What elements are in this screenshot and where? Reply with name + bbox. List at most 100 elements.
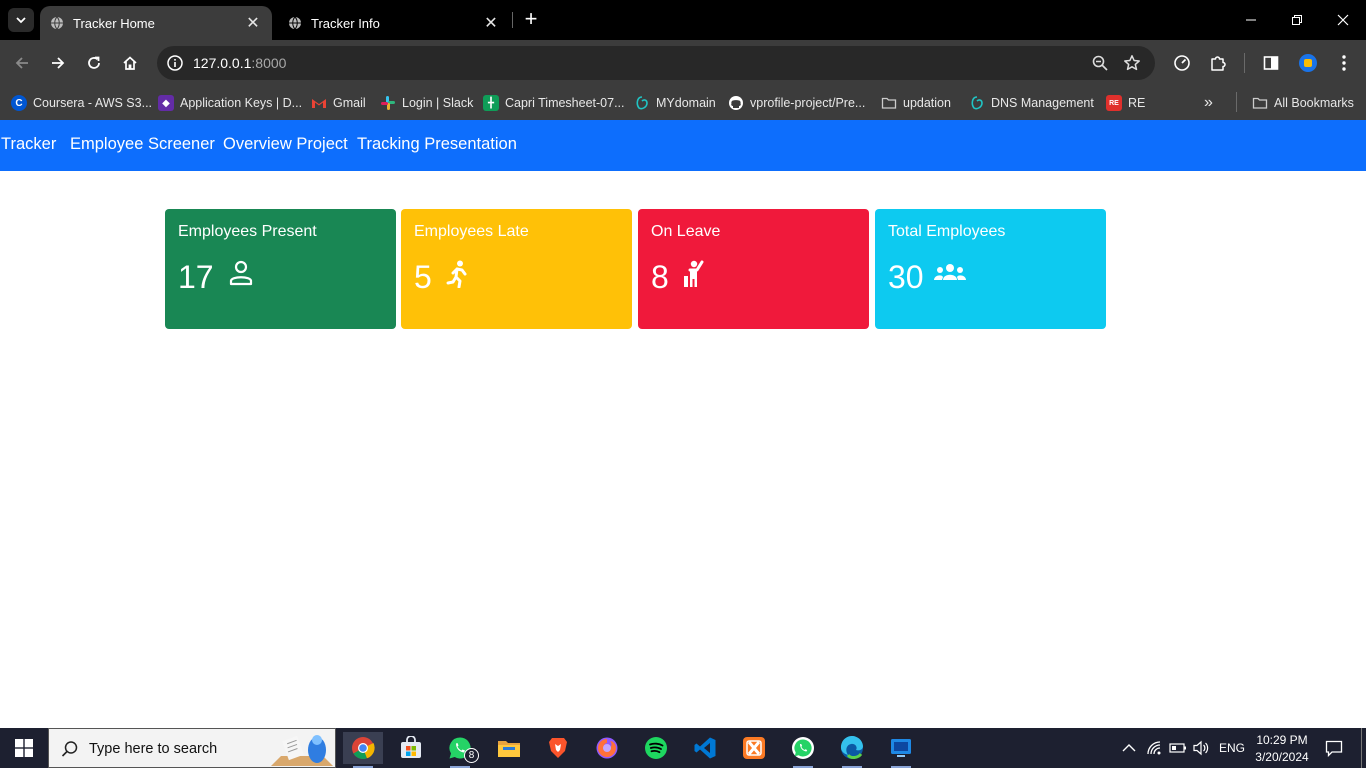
url-host: 127.0.0.1 [193,55,252,71]
taskbar-clock[interactable]: 10:29 PM 3/20/2024 [1244,732,1320,766]
taskbar-edge[interactable] [832,732,872,768]
search-icon [61,741,78,757]
sheets-icon: ╋ [483,95,499,111]
side-panel-button[interactable] [1260,52,1282,74]
slack-icon [381,96,395,110]
bookmark-mydomain[interactable]: MYdomain [634,92,716,114]
taskbar-chrome[interactable] [343,732,383,768]
notification-center-icon[interactable] [1325,740,1343,757]
bookmark-application-keys[interactable]: ◆ Application Keys | D... [158,92,302,114]
people-group-icon [934,264,966,280]
taskbar-microsoft-store[interactable] [391,732,431,764]
vscode-icon [694,737,716,759]
tab-search-button[interactable] [8,8,34,32]
show-desktop-button[interactable] [1361,728,1362,768]
network-icon[interactable] [1146,740,1162,756]
folder-icon [881,97,897,109]
card-value: 8 [651,259,669,295]
bookmarks-overflow-button[interactable]: » [1204,92,1213,114]
taskbar-xampp[interactable] [734,732,774,764]
taskbar-firefox[interactable] [587,732,627,764]
nav-link-employee-screener[interactable]: Employee Screener [70,135,215,154]
firefox-icon [596,737,618,759]
volume-icon[interactable] [1192,740,1210,756]
tab-strip: Tracker Home ✕ Tracker Info ✕ + [0,0,1366,40]
close-window-button[interactable] [1320,0,1366,40]
domain-icon [971,96,983,110]
bookmark-dns-management[interactable]: DNS Management [969,92,1094,114]
performance-icon[interactable] [1171,52,1193,74]
taskbar-whatsapp-desktop[interactable] [783,732,823,768]
taskbar-file-explorer[interactable] [489,732,529,764]
nav-link-tracker[interactable]: Tracker [1,135,56,154]
card-on-leave: On Leave 8 [638,209,869,329]
bookmark-coursera[interactable]: C Coursera - AWS S3... [11,92,152,114]
url-port: :8000 [251,55,287,71]
all-bookmarks-button[interactable]: All Bookmarks [1252,92,1354,114]
bookmarks-separator [1236,92,1237,112]
show-hidden-icons-icon[interactable] [1122,742,1136,754]
datadog-icon: ◆ [158,95,174,111]
card-title: On Leave [651,223,721,240]
bookmark-label: All Bookmarks [1274,96,1354,110]
back-button[interactable] [9,50,35,76]
language-indicator[interactable]: ENG [1219,741,1245,755]
taskbar-spotify[interactable] [636,732,676,764]
bookmark-slack[interactable]: Login | Slack [380,92,473,114]
nav-link-tracking-presentation[interactable]: Tracking Presentation [357,135,517,154]
reload-button[interactable] [81,50,107,76]
restore-button[interactable] [1274,0,1320,40]
tv-app-icon [891,739,911,757]
minimize-button[interactable] [1228,0,1274,40]
nav-link-overview-project[interactable]: Overview Project [223,135,348,154]
toolbar-separator [1244,53,1245,73]
profile-button[interactable] [1297,52,1319,74]
puzzle-icon [1211,56,1226,71]
bookmark-capri-timesheet[interactable]: ╋ Capri Timesheet-07... [483,92,625,114]
close-icon [1337,14,1349,26]
folder-icon [1252,97,1268,109]
address-bar[interactable]: 127.0.0.1:8000 [157,46,1155,80]
tab-title: Tracker Home [73,15,155,31]
bookmark-vprofile-project[interactable]: vprofile-project/Pre... [728,92,865,114]
battery-icon[interactable] [1169,741,1187,755]
card-employees-late: Employees Late 5 [401,209,632,329]
bookmark-label: Capri Timesheet-07... [505,96,625,110]
taskbar-whatsapp[interactable]: 8 [440,732,480,768]
url-text: 127.0.0.1:8000 [193,55,286,71]
github-icon [729,96,743,110]
bookmark-label: DNS Management [991,96,1094,110]
search-highlight-illustration-icon [271,735,333,766]
site-info-icon[interactable] [165,53,185,73]
bookmark-re[interactable]: RE RE [1106,92,1145,114]
taskbar-tv-app[interactable] [881,732,921,768]
chrome-menu-button[interactable] [1333,52,1355,74]
forward-button[interactable] [45,50,71,76]
chevron-down-icon [16,17,26,24]
globe-icon [289,16,301,30]
bookmark-folder-updation[interactable]: updation [881,92,951,114]
taskbar-brave[interactable] [538,732,578,764]
file-explorer-icon [498,741,520,757]
bookmark-star-icon[interactable] [1123,54,1141,72]
zoom-icon[interactable] [1091,54,1109,72]
start-button[interactable] [0,728,48,768]
home-button[interactable] [117,50,143,76]
profile-avatar-icon [1299,54,1317,72]
close-tab-icon[interactable]: ✕ [480,12,502,34]
coursera-icon: C [11,95,27,111]
extensions-button[interactable] [1207,52,1229,74]
taskbar-search-box[interactable]: Type here to search [48,728,336,768]
new-tab-button[interactable]: + [520,8,542,31]
card-employees-present: Employees Present 17 [165,209,396,329]
bookmark-label: updation [903,96,951,110]
bookmark-gmail[interactable]: Gmail [311,92,366,114]
tab-tracker-info[interactable]: Tracker Info ✕ [278,6,510,40]
edge-icon [840,736,863,759]
tab-tracker-home[interactable]: Tracker Home ✕ [40,6,272,40]
bookmark-label: vprofile-project/Pre... [750,96,866,110]
taskbar-vscode[interactable] [685,732,725,764]
close-tab-icon[interactable]: ✕ [242,12,264,34]
bookmark-label: Gmail [333,96,366,110]
home-icon [123,56,137,70]
